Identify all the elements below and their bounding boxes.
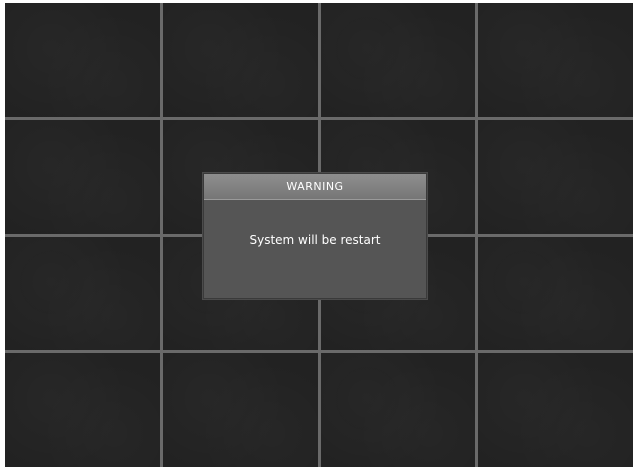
- camera-channel-16[interactable]: [478, 353, 633, 467]
- camera-channel-15[interactable]: [320, 353, 476, 467]
- camera-channel-3[interactable]: [320, 3, 476, 117]
- camera-channel-8[interactable]: [478, 119, 633, 234]
- camera-channel-14[interactable]: [162, 353, 318, 467]
- dialog-title: WARNING: [286, 180, 344, 193]
- warning-dialog: WARNING System will be restart: [203, 173, 427, 299]
- dialog-message: System will be restart: [249, 233, 381, 247]
- camera-channel-13[interactable]: [5, 353, 160, 467]
- camera-channel-9[interactable]: [5, 236, 160, 351]
- camera-channel-5[interactable]: [5, 119, 160, 234]
- camera-channel-1[interactable]: [5, 3, 160, 117]
- camera-channel-4[interactable]: [478, 3, 633, 117]
- dialog-title-bar: WARNING: [204, 174, 426, 200]
- camera-channel-2[interactable]: [162, 3, 318, 117]
- dvr-screen: WARNING System will be restart: [0, 0, 637, 470]
- camera-channel-12[interactable]: [478, 236, 633, 351]
